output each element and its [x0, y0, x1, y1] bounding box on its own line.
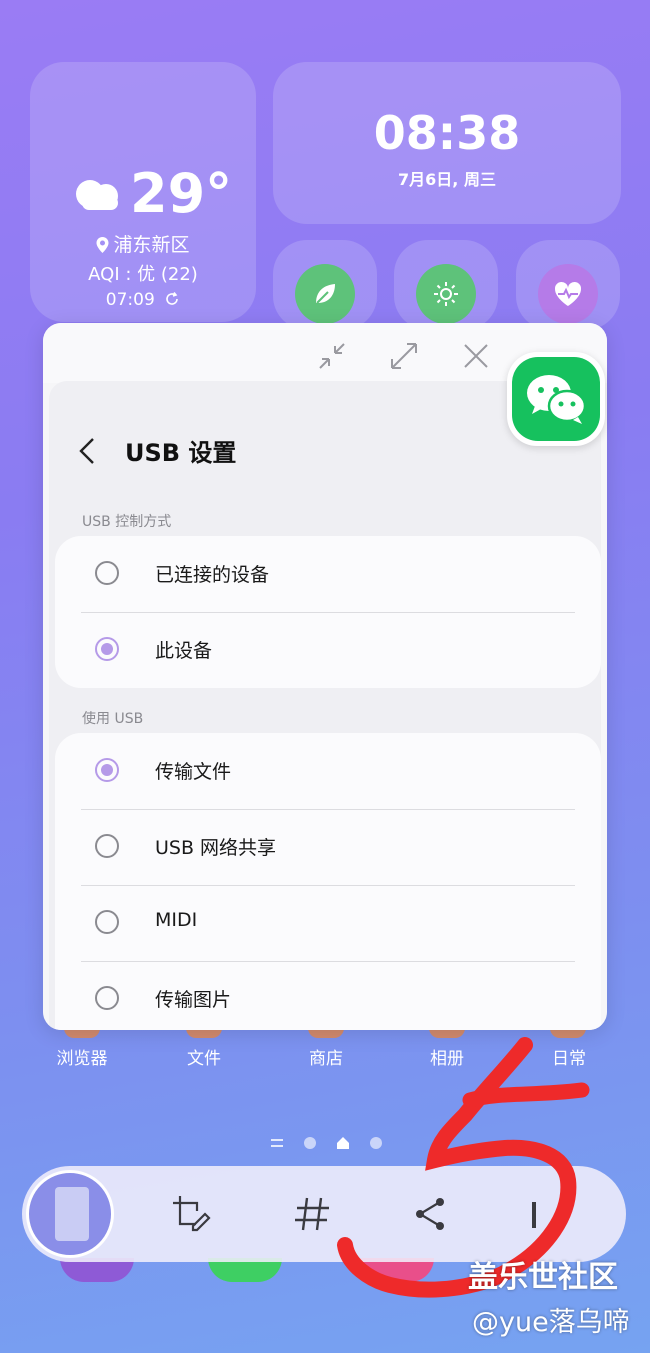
radio-transfer-files[interactable]: [95, 758, 119, 782]
option-label: 已连接的设备: [155, 564, 270, 586]
health-widget[interactable]: [516, 240, 620, 330]
maximize-button[interactable]: [387, 339, 421, 373]
brightness-icon: [434, 282, 458, 306]
leaf-icon: [316, 284, 335, 304]
clock-widget[interactable]: 08:38 7月6日, 周三: [273, 62, 621, 224]
close-icon: [464, 344, 488, 368]
brightness-widget[interactable]: [394, 240, 498, 330]
brightness-icon-circle: [416, 264, 476, 324]
radio-connected-device[interactable]: [95, 561, 119, 585]
radio-usb-tethering[interactable]: [95, 834, 119, 858]
minimize-icon: [319, 343, 345, 369]
clock-date: 7月6日, 周三: [398, 170, 496, 189]
radio-midi[interactable]: [95, 910, 119, 934]
crop-edit-button[interactable]: [167, 1190, 215, 1238]
use-options-card: 传输文件 USB 网络共享 MIDI 传输图片: [55, 733, 601, 1030]
back-icon[interactable]: [77, 436, 99, 466]
option-transfer-images[interactable]: 传输图片: [55, 961, 601, 1030]
section-label-control: USB 控制方式: [82, 514, 172, 530]
option-transfer-files[interactable]: 传输文件: [55, 733, 601, 809]
option-label: 此设备: [155, 640, 213, 662]
watermark-user: @yue落乌啼: [472, 1307, 630, 1338]
option-label: MIDI: [155, 909, 198, 931]
option-label: 传输图片: [155, 989, 232, 1011]
weather-widget[interactable]: 29° 浦东新区 AQI : 优 (22) 07:09: [30, 62, 256, 322]
usb-settings-content: USB 设置 USB 控制方式 已连接的设备 此设备 使用 USB 传输文件 U…: [49, 381, 601, 1030]
option-usb-tethering[interactable]: USB 网络共享: [55, 809, 601, 885]
app-label-browser[interactable]: 浏览器: [42, 1044, 122, 1069]
location-label: 浦东新区: [113, 234, 190, 256]
aqi-label: AQI : 优 (22): [88, 264, 198, 285]
page-dot[interactable]: [304, 1137, 316, 1149]
section-label-use: 使用 USB: [82, 711, 144, 727]
weather-update-time: 07:09: [30, 290, 256, 310]
option-this-device[interactable]: 此设备: [55, 612, 601, 688]
close-button[interactable]: [459, 339, 493, 373]
option-label: USB 网络共享: [155, 837, 277, 859]
watermark-community: 盖乐世社区: [468, 1260, 618, 1295]
maximize-icon: [391, 343, 417, 369]
screenshot-thumbnail[interactable]: [26, 1170, 114, 1258]
wechat-icon: [527, 375, 587, 424]
update-time-label: 07:09: [105, 290, 155, 310]
heart-icon-circle: [538, 264, 598, 324]
wechat-icon-bg: [512, 357, 600, 441]
clock-time: 08:38: [373, 106, 521, 160]
cloud-icon: [76, 179, 118, 210]
minimize-button[interactable]: [315, 339, 349, 373]
radio-this-device[interactable]: [95, 637, 119, 661]
weather-location: 浦东新区: [30, 230, 256, 257]
weather-summary: 29°: [72, 162, 232, 225]
refresh-icon[interactable]: [164, 291, 180, 307]
option-label: 传输文件: [155, 761, 232, 783]
control-options-card: 已连接的设备 此设备: [55, 536, 601, 688]
option-connected-device[interactable]: 已连接的设备: [55, 536, 601, 612]
wechat-floating-button[interactable]: [507, 352, 605, 446]
temperature: 29°: [130, 162, 233, 225]
menu-lines-icon[interactable]: [270, 1137, 284, 1149]
crop-edit-icon: [173, 1196, 211, 1232]
eco-widget[interactable]: [273, 240, 377, 330]
thumbnail-preview: [55, 1187, 89, 1241]
page-title: USB 设置: [125, 439, 237, 467]
title-row: USB 设置: [77, 433, 236, 468]
app-label-files[interactable]: 文件: [164, 1044, 244, 1069]
option-midi[interactable]: MIDI: [55, 885, 601, 961]
heart-rate-icon: [554, 281, 582, 306]
leaf-icon-circle: [295, 264, 355, 324]
location-pin-icon: [96, 237, 109, 253]
radio-transfer-images[interactable]: [95, 986, 119, 1010]
